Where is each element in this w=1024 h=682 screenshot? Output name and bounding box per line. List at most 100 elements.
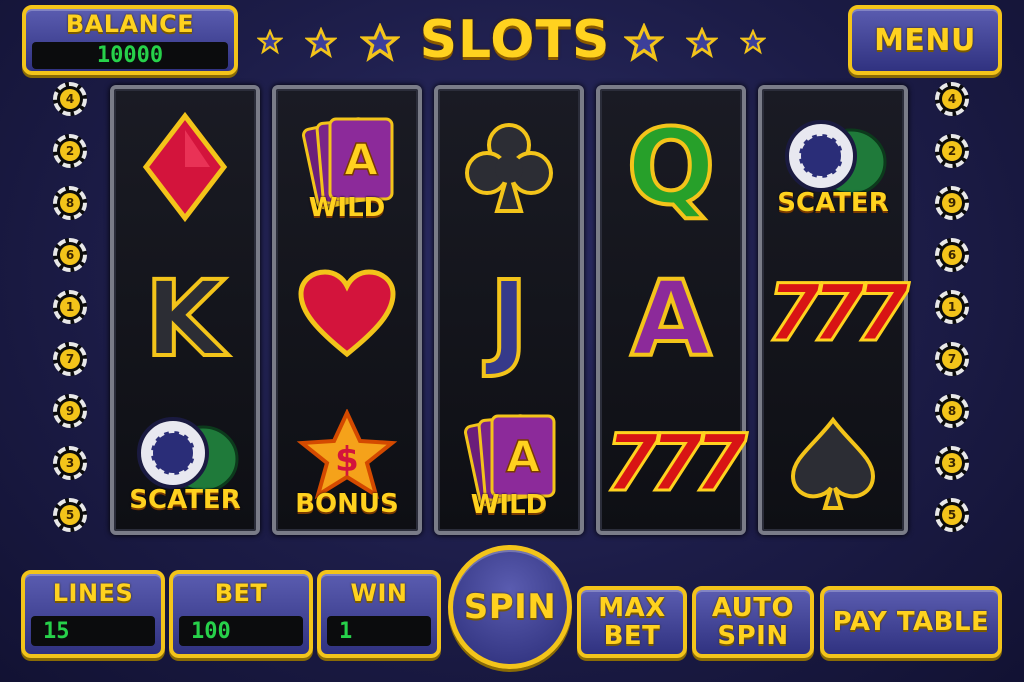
card-letter: A [506,432,540,483]
payline-indicator[interactable]: 2 [935,134,969,168]
symbol-letter: A [629,258,713,380]
payline-indicator[interactable]: 9 [53,394,87,428]
heart-suit-icon [276,244,418,384]
star-icon [305,27,337,59]
symbol-letter: J [488,258,531,380]
wild-cards-icon: A WILD [276,97,418,237]
poker-chips-icon: SCATER [114,394,256,534]
lines-label: LINES [52,579,134,607]
win-label: WIN [350,579,408,607]
payline-number: 3 [60,453,80,473]
payline-number: 2 [942,141,962,161]
payline-number: 2 [60,141,80,161]
payline-number: 6 [60,245,80,265]
pay-table-button[interactable]: PAY TABLE [820,586,1002,658]
payline-indicator[interactable]: 1 [53,290,87,324]
payline-indicator[interactable]: 6 [935,238,969,272]
symbol-label: SCATER [129,485,241,515]
spin-button[interactable]: SPIN [448,545,572,669]
payline-number: 8 [60,193,80,213]
payline-indicator[interactable]: 4 [53,82,87,116]
payline-indicator[interactable]: 2 [53,134,87,168]
spin-label: SPIN [463,587,557,627]
payline-number: 3 [942,453,962,473]
game-title: SLOTS [419,10,611,70]
bet-label: BET [214,579,268,607]
max-bet-line1: MAX [598,593,666,623]
payline-number: 7 [60,349,80,369]
payline-number: 5 [60,505,80,525]
star-icon [257,29,283,55]
payline-indicator[interactable]: 8 [935,394,969,428]
payline-number: 1 [942,297,962,317]
payline-number: 4 [942,89,962,109]
balance-label: BALANCE [65,10,195,38]
star-icon [624,23,664,62]
payline-indicator[interactable]: 9 [935,186,969,220]
slot-machine-screen: { "header": { "balance_label": "BALANCE"… [0,0,1024,682]
balance-panel: BALANCE 10000 [22,5,238,75]
payline-indicator[interactable]: 5 [53,498,87,532]
symbol-sevens: 777 [603,419,749,509]
payline-indicator[interactable]: 8 [53,186,87,220]
card-letter: A [344,135,378,186]
star-icon [740,29,766,55]
symbol-label: BONUS [295,489,399,519]
payline-number: 9 [942,193,962,213]
symbol-label: WILD [470,490,548,520]
letter-q-symbol: Q [600,97,742,237]
payline-number: 8 [942,401,962,421]
wild-cards-icon: A WILD [438,394,580,534]
letter-j-symbol: J [438,249,580,389]
auto-spin-line1: AUTO [711,593,795,623]
bet-value: 100 [179,616,303,646]
bet-panel[interactable]: BET 100 [169,570,313,658]
reel-2: A WILD $ BONUS [272,85,422,535]
payline-number: 5 [942,505,962,525]
reel-1: K SCATER [110,85,260,535]
auto-spin-button[interactable]: AUTO SPIN [692,586,814,658]
lines-value: 15 [31,616,155,646]
win-panel: WIN 1 [317,570,441,658]
payline-indicator[interactable]: 1 [935,290,969,324]
payline-number: 6 [942,245,962,265]
triple-seven-symbol: 777 [762,244,911,384]
payline-indicator[interactable]: 3 [935,446,969,480]
spade-suit-icon [762,394,904,534]
max-bet-line2: BET [603,621,661,651]
payline-indicator[interactable]: 7 [935,342,969,376]
letter-k-symbol: K [114,249,256,389]
pay-table-label: PAY TABLE [832,607,990,637]
poker-chips-icon: SCATER [762,97,904,237]
reel-4: Q A 777 [596,85,749,535]
club-suit-icon [438,97,580,237]
star-icon [686,27,718,59]
bonus-star-icon: $ BONUS [276,394,418,534]
max-bet-button[interactable]: MAX BET [577,586,687,658]
payline-indicator[interactable]: 5 [935,498,969,532]
star-icon [360,23,400,62]
diamond-suit-icon [114,97,256,237]
payline-number: 1 [60,297,80,317]
reel-5: SCATER 777 [758,85,911,535]
symbol-sevens: 777 [765,269,911,359]
payline-indicator[interactable]: 3 [53,446,87,480]
payline-number: 9 [60,401,80,421]
symbol-label: SCATER [777,188,889,218]
balance-value: 10000 [32,42,228,69]
symbol-letter: Q [625,106,717,228]
symbol-label: WILD [308,193,386,223]
menu-label: MENU [874,22,976,58]
menu-button[interactable]: MENU [848,5,1002,75]
win-value: 1 [327,616,431,646]
reel-3: J A WILD [434,85,584,535]
payline-indicator[interactable]: 6 [53,238,87,272]
auto-spin-line2: SPIN [717,621,789,651]
letter-a-symbol: A [600,249,742,389]
payline-number: 7 [942,349,962,369]
payline-indicator[interactable]: 4 [935,82,969,116]
triple-seven-symbol: 777 [600,394,749,534]
payline-indicator[interactable]: 7 [53,342,87,376]
lines-panel[interactable]: LINES 15 [21,570,165,658]
symbol-letter: K [143,258,228,380]
